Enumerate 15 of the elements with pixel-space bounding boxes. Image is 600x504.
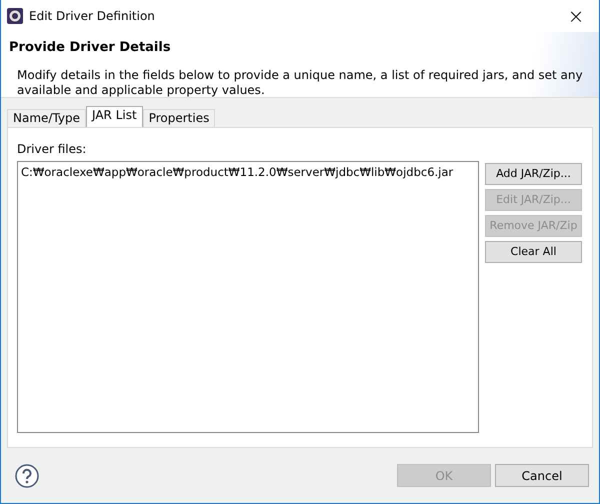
tab[interactable]: JAR List: [86, 106, 143, 127]
window-title: Edit Driver Definition: [29, 8, 155, 25]
close-button[interactable]: ×: [553, 0, 599, 32]
button[interactable]: Add JAR/Zip...: [485, 163, 582, 185]
driver-files-list[interactable]: C:₩oraclexe₩app₩oracle₩product₩11.2.0₩server₩jdbc₩lib₩ojdbc6.jar: [17, 161, 479, 433]
driver-files-label: Driver files:: [17, 142, 86, 156]
tab[interactable]: Properties: [142, 109, 216, 127]
help-icon[interactable]: [15, 464, 39, 488]
list-item[interactable]: C:₩oraclexe₩app₩oracle₩product₩11.2.0₩server₩jdbc₩lib₩ojdbc6.jar: [21, 164, 475, 182]
app-icon: [7, 8, 23, 24]
button[interactable]: Cancel: [495, 464, 589, 487]
tab[interactable]: Name/Type: [7, 109, 86, 127]
page-description: Modify details in the fields below to provide a unique name, a list of required jars, and set any available and applicable property values.: [17, 68, 584, 98]
page-title: Provide Driver Details: [9, 40, 172, 56]
button[interactable]: Clear All: [485, 241, 582, 263]
